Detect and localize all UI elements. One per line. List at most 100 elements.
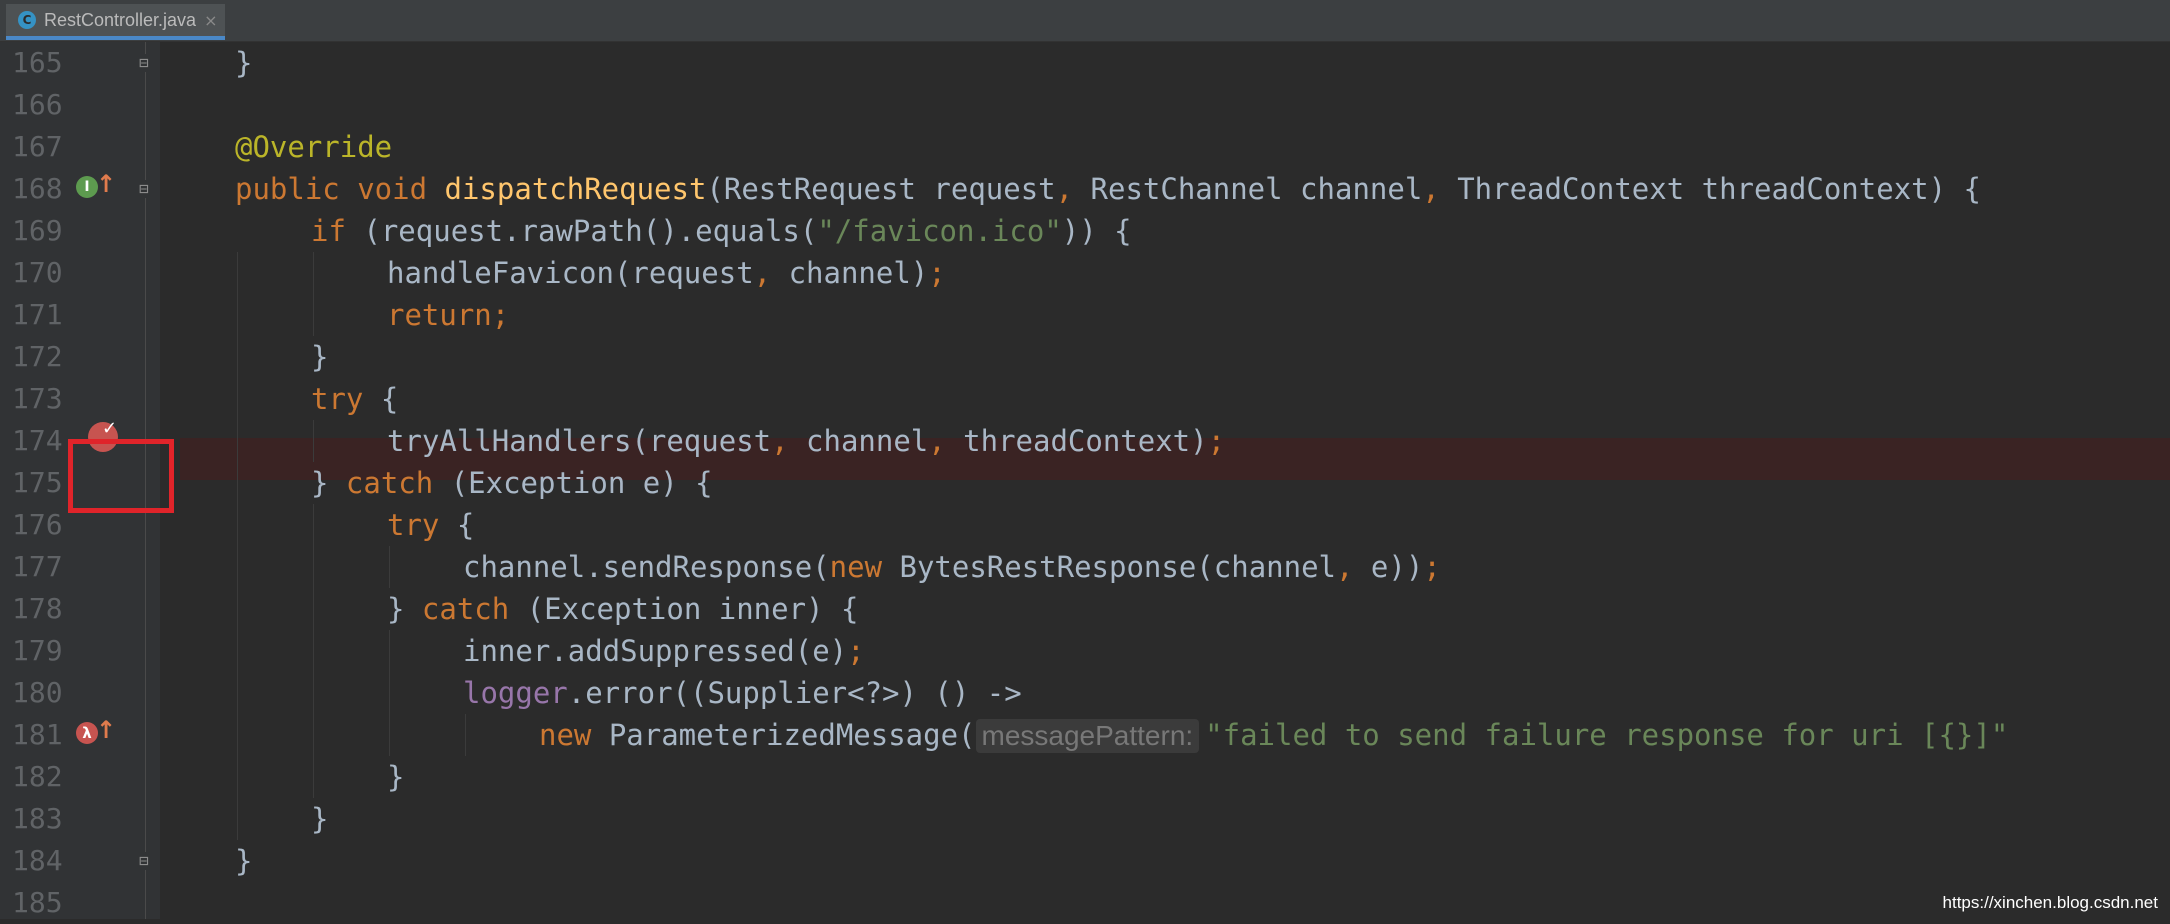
code-line-167[interactable]: @Override bbox=[235, 126, 392, 168]
keyword-text: try bbox=[387, 508, 457, 542]
code-text: )) { bbox=[1062, 214, 1132, 248]
code-line-173[interactable]: try { bbox=[311, 378, 398, 420]
editor-tab-bar: C RestController.java × bbox=[0, 0, 2170, 42]
code-line-177[interactable]: channel.sendResponse(new BytesRestRespon… bbox=[463, 546, 1441, 588]
code-text: ThreadContext threadContext) { bbox=[1457, 172, 1981, 206]
annotation-highlight-box bbox=[68, 439, 174, 513]
annotation-text: @Override bbox=[235, 130, 392, 164]
line-number: 183 bbox=[12, 798, 72, 840]
code-line-165[interactable]: } bbox=[235, 42, 252, 84]
line-number: 177 bbox=[12, 546, 72, 588]
code-text: (Exception inner) { bbox=[527, 592, 859, 626]
code-text: threadContext) bbox=[963, 424, 1207, 458]
code-editor[interactable]: 165 166 167 168 169 170 171 172 173 174 … bbox=[0, 42, 2170, 919]
field-name: logger bbox=[463, 676, 568, 710]
keyword-text: return; bbox=[387, 298, 509, 332]
arrow-up-icon[interactable]: ↑ bbox=[96, 170, 116, 198]
code-text: tryAllHandlers(request bbox=[387, 424, 771, 458]
code-text: channel) bbox=[789, 256, 929, 290]
code-text: .error((Supplier<?>) () -> bbox=[568, 676, 1022, 710]
watermark: https://xinchen.blog.csdn.net bbox=[1943, 893, 2158, 913]
line-number: 169 bbox=[12, 210, 72, 252]
code-text: } bbox=[235, 844, 252, 878]
code-line-169[interactable]: if (request.rawPath().equals("/favicon.i… bbox=[311, 210, 1132, 252]
code-text: { bbox=[381, 382, 398, 416]
tab-restcontroller-java[interactable]: C RestController.java × bbox=[6, 4, 225, 40]
semicolon: ; bbox=[928, 256, 945, 290]
code-text: (request.rawPath().equals( bbox=[363, 214, 817, 248]
comma: , bbox=[754, 256, 789, 290]
implements-icon[interactable]: I bbox=[76, 176, 98, 198]
line-number: 166 bbox=[12, 84, 72, 126]
semicolon: ; bbox=[1208, 424, 1225, 458]
lambda-icon[interactable]: λ bbox=[76, 722, 98, 744]
fold-marker-icon[interactable]: ⊟ bbox=[135, 54, 153, 72]
code-line-170[interactable]: handleFavicon(request, channel); bbox=[387, 252, 946, 294]
code-text: } bbox=[311, 802, 328, 836]
code-text: BytesRestResponse(channel bbox=[900, 550, 1337, 584]
keyword-text: if bbox=[311, 214, 363, 248]
code-line-174[interactable]: tryAllHandlers(request, channel, threadC… bbox=[387, 420, 1225, 462]
line-number: 179 bbox=[12, 630, 72, 672]
line-number: 167 bbox=[12, 126, 72, 168]
line-number: 185 bbox=[12, 882, 72, 924]
tab-label: RestController.java bbox=[44, 10, 196, 31]
indent-guide bbox=[313, 252, 314, 336]
comma: , bbox=[1422, 172, 1457, 206]
line-number: 168 bbox=[12, 168, 72, 210]
java-class-icon: C bbox=[18, 11, 36, 29]
code-text: channel bbox=[806, 424, 928, 458]
indent-guide bbox=[389, 546, 390, 588]
string-literal: "/favicon.ico" bbox=[817, 214, 1061, 248]
line-number: 171 bbox=[12, 294, 72, 336]
string-literal: "failed to send failure response for uri… bbox=[1205, 718, 2008, 752]
line-number: 184 bbox=[12, 840, 72, 882]
code-line-176[interactable]: try { bbox=[387, 504, 474, 546]
code-text: } bbox=[311, 466, 346, 500]
code-line-175[interactable]: } catch (Exception e) { bbox=[311, 462, 713, 504]
line-number: 173 bbox=[12, 378, 72, 420]
code-line-184[interactable]: } bbox=[235, 840, 252, 882]
comma: , bbox=[1336, 550, 1371, 584]
code-text: channel.sendResponse( bbox=[463, 550, 830, 584]
fold-marker-icon[interactable]: ⊟ bbox=[135, 852, 153, 870]
fold-marker-icon[interactable]: ⊟ bbox=[135, 180, 153, 198]
line-number: 172 bbox=[12, 336, 72, 378]
line-number: 182 bbox=[12, 756, 72, 798]
arrow-up-icon[interactable]: ↑ bbox=[96, 716, 116, 744]
code-text: } bbox=[387, 592, 422, 626]
code-text: RestChannel channel bbox=[1091, 172, 1423, 206]
code-text: (Exception e) { bbox=[451, 466, 713, 500]
code-line-171[interactable]: return; bbox=[387, 294, 509, 336]
line-number: 175 bbox=[12, 462, 72, 504]
code-line-181[interactable]: new ParameterizedMessage(messagePattern:… bbox=[539, 714, 2008, 756]
code-line-182[interactable]: } bbox=[387, 756, 404, 798]
code-line-172[interactable]: } bbox=[311, 336, 328, 378]
line-number: 178 bbox=[12, 588, 72, 630]
code-text: } bbox=[235, 46, 252, 80]
code-text: inner.addSuppressed(e) bbox=[463, 634, 847, 668]
code-text: } bbox=[311, 340, 328, 374]
code-line-179[interactable]: inner.addSuppressed(e); bbox=[463, 630, 865, 672]
indent-guide bbox=[313, 504, 314, 798]
code-text: handleFavicon(request bbox=[387, 256, 754, 290]
indent-guide bbox=[389, 630, 390, 756]
keyword-text: try bbox=[311, 382, 381, 416]
keyword-text: catch bbox=[346, 466, 451, 500]
code-text: } bbox=[387, 760, 404, 794]
code-text: (RestRequest request bbox=[706, 172, 1055, 206]
line-number: 174 bbox=[12, 420, 72, 462]
line-number: 165 bbox=[12, 42, 72, 84]
code-line-168[interactable]: public void dispatchRequest(RestRequest … bbox=[235, 168, 1981, 210]
comma: , bbox=[928, 424, 963, 458]
line-number: 176 bbox=[12, 504, 72, 546]
line-number: 181 bbox=[12, 714, 72, 756]
code-line-183[interactable]: } bbox=[311, 798, 328, 840]
keyword-text: new bbox=[830, 550, 900, 584]
code-line-180[interactable]: logger.error((Supplier<?>) () -> bbox=[463, 672, 1022, 714]
comma: , bbox=[771, 424, 806, 458]
close-icon[interactable]: × bbox=[204, 11, 217, 30]
keyword-text: public void bbox=[235, 172, 445, 206]
keyword-text: catch bbox=[422, 592, 527, 626]
code-line-178[interactable]: } catch (Exception inner) { bbox=[387, 588, 858, 630]
